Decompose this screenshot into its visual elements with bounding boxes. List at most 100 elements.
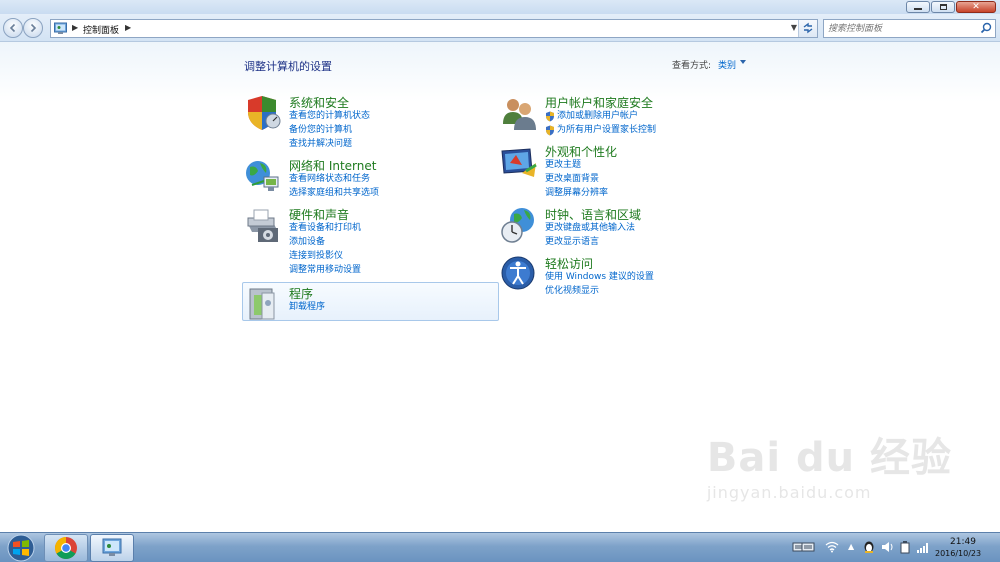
category-system-security: 系统和安全 查看您的计算机状态 备份您的计算机 查找并解决问题	[244, 94, 484, 154]
link-backup-computer[interactable]: 备份您的计算机	[289, 125, 370, 139]
ease-of-access-icon[interactable]	[500, 255, 538, 293]
category-programs: 程序 卸载程序	[244, 285, 484, 320]
category-title-system-security[interactable]: 系统和安全	[289, 94, 349, 111]
view-by-dropdown[interactable]: 类别	[718, 58, 736, 71]
show-hidden-icons-icon[interactable]: ▲	[848, 542, 854, 551]
search-icon[interactable]	[980, 22, 992, 34]
minimize-icon	[914, 8, 922, 10]
address-bar[interactable]: ▶ 控制面板 ▶ ▼	[50, 19, 818, 38]
link-view-computer-status[interactable]: 查看您的计算机状态	[289, 111, 370, 125]
refresh-icon	[803, 22, 813, 34]
qq-penguin-icon[interactable]	[862, 540, 876, 554]
back-arrow-icon	[9, 23, 16, 33]
window-controls: ✕	[906, 1, 996, 13]
network-globe-icon[interactable]	[244, 157, 282, 195]
breadcrumb-control-panel[interactable]: 控制面板	[83, 23, 119, 36]
link-devices-printers[interactable]: 查看设备和打印机	[289, 223, 361, 237]
windows-logo-icon	[7, 534, 35, 562]
close-button[interactable]: ✕	[956, 1, 996, 13]
clock-globe-icon[interactable]	[500, 206, 538, 244]
taskbar: ▲	[0, 532, 1000, 562]
link-add-remove-accounts[interactable]: 添加或删除用户帐户	[545, 111, 656, 125]
address-history-dropdown-icon[interactable]: ▼	[791, 23, 797, 32]
category-title-hardware-sound[interactable]: 硬件和声音	[289, 206, 349, 223]
printer-icon[interactable]	[244, 206, 282, 244]
category-clock-language-region: 时钟、语言和区域 更改键盘或其他输入法 更改显示语言	[500, 206, 760, 252]
category-hardware-sound: 硬件和声音 查看设备和打印机 添加设备 连接到投影仪 调整常用移动设置	[244, 206, 484, 278]
view-by-chevron-down-icon[interactable]	[740, 60, 746, 64]
back-button[interactable]	[3, 18, 23, 38]
link-add-device[interactable]: 添加设备	[289, 237, 361, 251]
uac-shield-icon	[546, 125, 554, 136]
category-title-programs[interactable]: 程序	[289, 285, 313, 302]
clock-links: 更改键盘或其他输入法 更改显示语言	[545, 223, 635, 251]
breadcrumb-separator-icon[interactable]: ▶	[72, 23, 78, 32]
watermark-sub-text: jingyan.baidu.com	[706, 483, 872, 502]
restore-button[interactable]	[931, 1, 955, 13]
watermark-main-text: Bai du 经验	[706, 435, 952, 481]
link-uninstall-program[interactable]: 卸载程序	[289, 302, 325, 316]
control-panel-taskbar-icon	[102, 538, 122, 556]
keyboard-icon[interactable]	[801, 541, 815, 553]
breadcrumb-expand-icon[interactable]: ▶	[125, 23, 131, 32]
category-title-clock-language-region[interactable]: 时钟、语言和区域	[545, 206, 641, 223]
control-panel-content: 调整计算机的设置 查看方式: 类别 系统和安全 查看您的计算机状态 备份您的计算…	[0, 42, 1000, 532]
volume-icon[interactable]	[881, 541, 895, 553]
link-troubleshoot[interactable]: 查找并解决问题	[289, 139, 370, 153]
link-recommended-settings[interactable]: 使用 Windows 建议的设置	[545, 272, 654, 286]
link-add-remove-accounts-text: 添加或删除用户帐户	[557, 111, 639, 121]
system-security-links: 查看您的计算机状态 备份您的计算机 查找并解决问题	[289, 111, 370, 153]
control-panel-icon	[54, 22, 67, 34]
link-mobility-settings[interactable]: 调整常用移动设置	[289, 265, 361, 279]
link-parental-controls-text: 为所有用户设置家长控制	[557, 125, 657, 135]
window-titlebar: ✕	[0, 0, 1000, 14]
navigation-bar: ▶ 控制面板 ▶ ▼	[0, 14, 1000, 42]
hardware-links: 查看设备和打印机 添加设备 连接到投影仪 调整常用移动设置	[289, 223, 361, 279]
users-icon[interactable]	[500, 94, 538, 132]
restore-icon	[939, 4, 947, 10]
user-accounts-links: 添加或删除用户帐户 为所有用户设置家长控制	[545, 111, 656, 139]
clock-time[interactable]: 21:49	[950, 537, 976, 547]
refresh-button[interactable]	[798, 20, 817, 37]
category-title-network-internet[interactable]: 网络和 Internet	[289, 157, 376, 174]
minimize-button[interactable]	[906, 1, 930, 13]
link-change-input-method[interactable]: 更改键盘或其他输入法	[545, 223, 635, 237]
uac-shield-icon	[546, 111, 554, 122]
clock-date[interactable]: 2016/10/23	[935, 549, 981, 558]
link-optimize-video[interactable]: 优化视频显示	[545, 286, 654, 300]
category-title-ease-of-access[interactable]: 轻松访问	[545, 255, 593, 272]
forward-arrow-icon	[30, 23, 37, 33]
link-change-theme[interactable]: 更改主题	[545, 160, 608, 174]
category-title-user-accounts[interactable]: 用户帐户和家庭安全	[545, 94, 653, 111]
link-change-display-language[interactable]: 更改显示语言	[545, 237, 635, 251]
category-ease-of-access: 轻松访问 使用 Windows 建议的设置 优化视频显示	[500, 255, 760, 301]
battery-plug-icon[interactable]	[899, 540, 911, 554]
appearance-links: 更改主题 更改桌面背景 调整屏幕分辨率	[545, 160, 608, 202]
ease-links: 使用 Windows 建议的设置 优化视频显示	[545, 272, 654, 300]
link-change-background[interactable]: 更改桌面背景	[545, 174, 608, 188]
start-button[interactable]	[2, 534, 40, 562]
baidu-watermark: Bai du 经验 jingyan.baidu.com	[707, 425, 952, 502]
link-view-network-status[interactable]: 查看网络状态和任务	[289, 174, 379, 188]
chrome-icon	[55, 537, 77, 559]
close-icon: ✕	[972, 1, 980, 12]
link-connect-projector[interactable]: 连接到投影仪	[289, 251, 361, 265]
category-user-accounts: 用户帐户和家庭安全 添加或删除用户帐户 为所有用户设置家长控制	[500, 94, 760, 140]
wifi-icon[interactable]	[825, 541, 839, 553]
page-title: 调整计算机的设置	[244, 60, 332, 73]
search-box[interactable]	[823, 19, 996, 38]
search-input[interactable]	[828, 22, 978, 35]
category-title-appearance[interactable]: 外观和个性化	[545, 143, 617, 160]
link-parental-controls[interactable]: 为所有用户设置家长控制	[545, 125, 656, 139]
taskbar-control-panel[interactable]	[90, 534, 134, 562]
security-shield-icon[interactable]	[244, 94, 282, 132]
signal-bars-icon[interactable]	[916, 541, 930, 553]
programs-icon[interactable]	[244, 285, 282, 323]
link-screen-resolution[interactable]: 调整屏幕分辨率	[545, 188, 608, 202]
category-appearance: 外观和个性化 更改主题 更改桌面背景 调整屏幕分辨率	[500, 143, 760, 201]
link-homegroup-sharing[interactable]: 选择家庭组和共享选项	[289, 188, 379, 202]
taskbar-chrome[interactable]	[44, 534, 88, 562]
forward-button[interactable]	[23, 18, 43, 38]
appearance-monitor-icon[interactable]	[500, 143, 538, 181]
view-by-label: 查看方式:	[672, 61, 712, 71]
